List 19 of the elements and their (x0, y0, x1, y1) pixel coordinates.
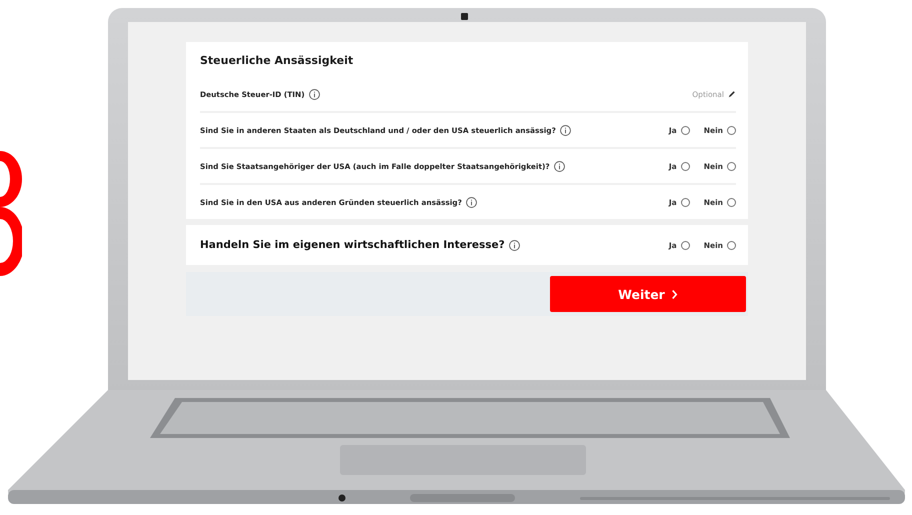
chevron-icon (670, 288, 678, 300)
radio-button[interactable] (680, 240, 690, 250)
radio-button[interactable] (727, 162, 736, 170)
radio-button[interactable] (727, 126, 736, 134)
radio-button[interactable] (727, 198, 736, 206)
next-button[interactable]: Weiter (550, 276, 746, 312)
radio-button[interactable] (680, 162, 690, 170)
section-title: Steuerliche Ansässigkeit (200, 53, 354, 69)
radio-button[interactable] (727, 240, 736, 250)
info-icon[interactable] (466, 196, 477, 208)
camera-icon (461, 13, 468, 20)
question-text: Handeln Sie im eigenen wirtschaftlichen Interesse? (200, 239, 505, 251)
radio-button[interactable] (680, 126, 690, 134)
info-icon[interactable] (560, 124, 571, 136)
info-icon[interactable] (554, 160, 565, 172)
info-icon[interactable] (508, 240, 520, 250)
info-icon[interactable] (308, 88, 320, 100)
pencil-icon (728, 90, 736, 98)
radio-button[interactable] (680, 198, 690, 206)
